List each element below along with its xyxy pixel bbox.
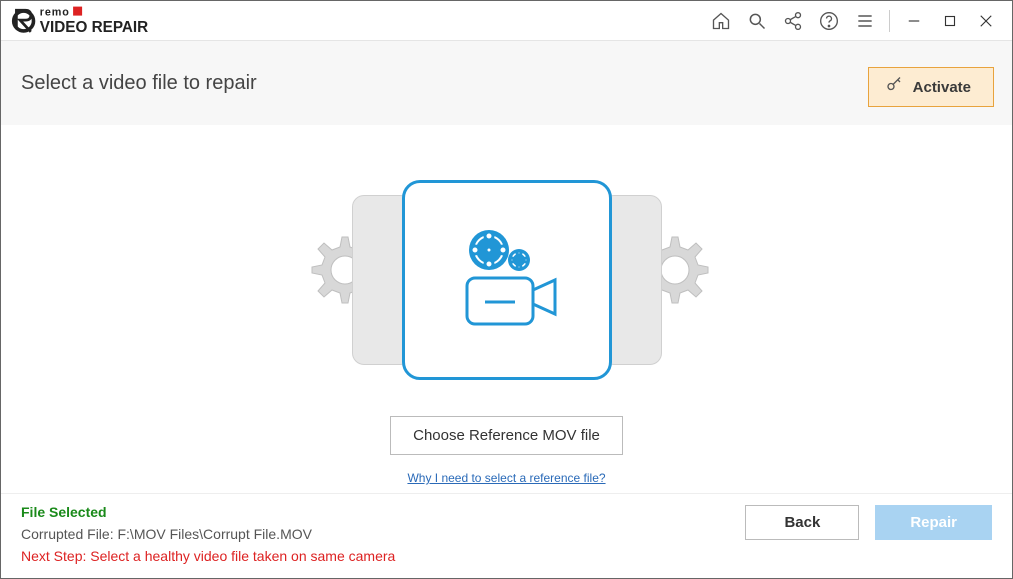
app-logo: remo VIDEO REPAIR (11, 3, 705, 39)
help-icon[interactable] (813, 5, 845, 37)
subheader: Select a video file to repair Activate (1, 41, 1012, 125)
next-step-hint: Next Step: Select a healthy video file t… (21, 548, 992, 564)
search-icon[interactable] (741, 5, 773, 37)
repair-button[interactable]: Repair (875, 505, 992, 540)
brand-top: remo (40, 6, 70, 18)
activate-button[interactable]: Activate (868, 67, 994, 107)
main-content: Choose Reference MOV file Why I need to … (1, 125, 1012, 485)
titlebar-controls (705, 5, 1002, 37)
maximize-icon[interactable] (934, 5, 966, 37)
menu-icon[interactable] (849, 5, 881, 37)
back-button[interactable]: Back (745, 505, 859, 540)
activate-label: Activate (913, 79, 971, 96)
page-title: Select a video file to repair (21, 72, 257, 95)
hero-graphic (332, 180, 682, 378)
footer-buttons: Back Repair (745, 505, 992, 540)
key-icon (885, 76, 903, 98)
separator (889, 10, 890, 32)
titlebar: remo VIDEO REPAIR (1, 1, 1012, 41)
reference-help-link[interactable]: Why I need to select a reference file? (407, 471, 605, 485)
close-icon[interactable] (970, 5, 1002, 37)
path-label: Corrupted File: (21, 526, 117, 542)
video-camera-icon (437, 210, 577, 350)
footer: File Selected Corrupted File: F:\MOV Fil… (1, 493, 1012, 578)
share-icon[interactable] (777, 5, 809, 37)
video-card (402, 180, 612, 380)
brand-bottom: VIDEO REPAIR (40, 18, 148, 35)
choose-reference-button[interactable]: Choose Reference MOV file (390, 416, 623, 455)
path-value: F:\MOV Files\Corrupt File.MOV (117, 526, 311, 542)
minimize-icon[interactable] (898, 5, 930, 37)
home-icon[interactable] (705, 5, 737, 37)
